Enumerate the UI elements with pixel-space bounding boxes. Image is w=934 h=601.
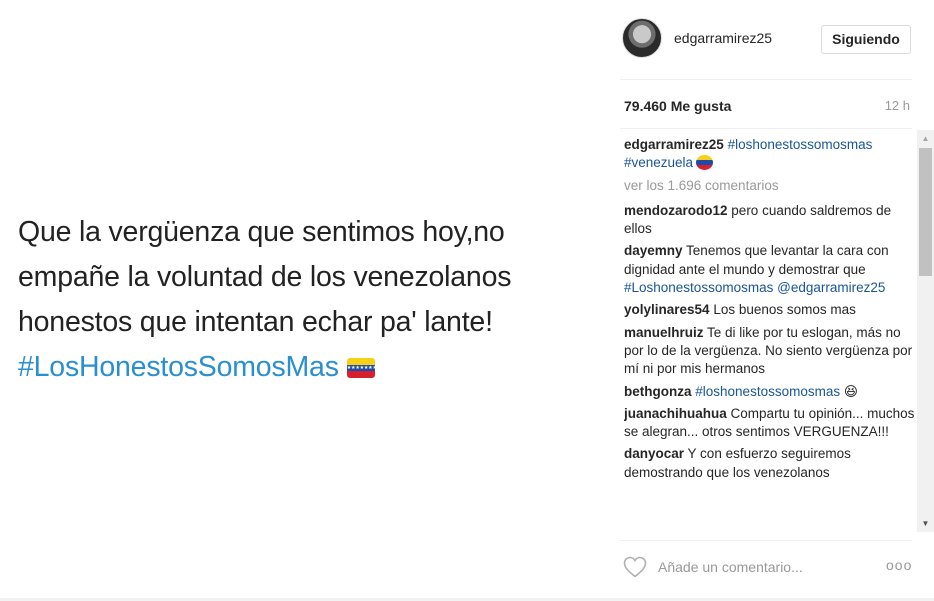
comment: yolylinares54 Los buenos somos mas [624, 301, 916, 319]
comment-username[interactable]: manuelhruiz [624, 325, 704, 340]
heart-icon[interactable] [623, 556, 647, 578]
header-divider [620, 79, 912, 80]
comments-list: edgarramirez25 #loshonestossomosmas #ven… [624, 136, 916, 532]
caption-hashtag[interactable]: #venezuela [624, 155, 693, 170]
post-time[interactable]: 12 h [885, 98, 910, 113]
comment: bethgonza #loshonestossomosmas 😆 [624, 383, 916, 401]
laughing-emoji-icon: 😆 [843, 383, 858, 399]
comment: dayemny Tenemos que levantar la cara con… [624, 242, 916, 297]
post-text-line-2: empañe la voluntad de los venezolanos [18, 261, 512, 293]
post-header: edgarramirez25 Siguiendo [600, 0, 934, 80]
comment: manuelhruiz Te di like por tu eslogan, m… [624, 324, 916, 379]
header-username[interactable]: edgarramirez25 [674, 30, 772, 46]
following-button[interactable]: Siguiendo [821, 25, 911, 54]
comment-username[interactable]: dayemny [624, 243, 683, 258]
comment-username[interactable]: bethgonza [624, 384, 692, 399]
post-hashtag-line: #LosHonestosSomosMas ★★★★★★★★ [18, 345, 588, 390]
venezuela-flag-icon: ★★★★★★★★ [346, 358, 375, 378]
comment: mendozarodo12 pero cuando saldremos de e… [624, 202, 916, 239]
comment-hashtag[interactable]: #loshonestossomosmas [695, 384, 840, 399]
post-text: Que la vergüenza que sentimos hoy,no emp… [18, 210, 588, 390]
post-sidebar: edgarramirez25 Siguiendo 79.460 Me gusta… [600, 0, 934, 601]
caption-hashtag[interactable]: #loshonestossomosmas [728, 137, 873, 152]
comment-username[interactable]: yolylinares54 [624, 302, 710, 317]
post-hashtag: #LosHonestosSomosMas [18, 351, 339, 383]
comments-scrollbar[interactable]: ▲ ▼ [917, 130, 934, 532]
avatar[interactable] [622, 18, 662, 58]
scrollbar-thumb[interactable] [919, 148, 932, 276]
comment-text: Los buenos somos mas [713, 302, 856, 318]
comment-mention[interactable]: @edgarramirez25 [777, 280, 885, 295]
comment-username[interactable]: mendozarodo12 [624, 203, 728, 218]
venezuela-flag-icon [696, 155, 714, 171]
post-text-line-3: honestos que intentan echar pa' lante! [18, 306, 493, 338]
caption: edgarramirez25 #loshonestossomosmas #ven… [624, 136, 916, 173]
likes-count[interactable]: 79.460 Me gusta [624, 98, 731, 114]
post-image[interactable]: Que la vergüenza que sentimos hoy,no emp… [0, 0, 600, 601]
comment: juanachihuahua Compartu tu opinión... mu… [624, 405, 916, 442]
scroll-up-arrow-icon[interactable]: ▲ [917, 130, 934, 147]
view-all-comments-link[interactable]: ver los 1.696 comentarios [624, 177, 916, 195]
more-options-icon[interactable]: ooo [886, 557, 912, 573]
add-comment-input[interactable] [658, 557, 858, 577]
comment: danyocar Y con esfuerzo seguiremos demos… [624, 445, 916, 482]
stats-divider [620, 128, 912, 129]
comment-hashtag[interactable]: #Loshonestossomosmas [624, 280, 773, 295]
comment-username[interactable]: danyocar [624, 446, 684, 461]
scroll-down-arrow-icon[interactable]: ▼ [917, 515, 934, 532]
post-text-line-1: Que la vergüenza que sentimos hoy,no [18, 216, 505, 248]
comment-username[interactable]: juanachihuahua [624, 406, 727, 421]
caption-username[interactable]: edgarramirez25 [624, 137, 724, 152]
footer-divider [620, 540, 912, 541]
